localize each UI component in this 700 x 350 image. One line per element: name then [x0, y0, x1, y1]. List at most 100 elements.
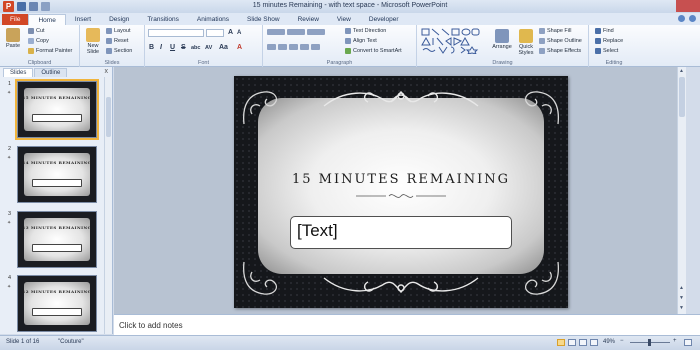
- slide-thumbnail-1[interactable]: 1 ✦ 15 MINUTES REMAINING: [0, 79, 104, 141]
- tab-view[interactable]: View: [328, 14, 360, 25]
- arrange-button[interactable]: Arrange: [491, 29, 513, 50]
- fit-to-window-icon[interactable]: [684, 339, 692, 346]
- copy-button[interactable]: Copy: [28, 38, 49, 44]
- underline-button[interactable]: U: [170, 44, 175, 51]
- tab-slide-show[interactable]: Slide Show: [238, 14, 289, 25]
- italic-button[interactable]: I: [160, 44, 162, 51]
- cut-button[interactable]: Cut: [28, 28, 45, 34]
- transition-icon: ✦: [7, 155, 12, 161]
- thumbnail-title: 15 MINUTES REMAINING: [22, 95, 92, 100]
- tab-file[interactable]: File: [2, 14, 29, 25]
- replace-icon: [595, 38, 601, 44]
- bottom-ornament: [323, 277, 479, 294]
- reading-view-icon[interactable]: [579, 339, 587, 346]
- slide-title[interactable]: 15 MINUTES REMAINING: [234, 172, 568, 187]
- text-direction-button[interactable]: Text Direction: [345, 28, 386, 34]
- font-size-field[interactable]: [206, 29, 224, 37]
- shapes-gallery[interactable]: [421, 28, 485, 54]
- thumbnail-number: 4: [8, 275, 12, 281]
- layout-icon: [106, 28, 112, 34]
- window-title: 15 minutes Remaining - with text space -…: [252, 2, 448, 9]
- font-name-field[interactable]: [148, 29, 204, 37]
- align-text-button[interactable]: Align Text: [345, 38, 377, 44]
- text-direction-label: Text Direction: [353, 28, 387, 34]
- character-spacing-button[interactable]: AV: [205, 45, 212, 51]
- scroll-up-icon[interactable]: ▲: [679, 68, 684, 74]
- slide-show-icon[interactable]: [590, 339, 598, 346]
- zoom-in-icon[interactable]: +: [673, 338, 677, 344]
- convert-smartart-button[interactable]: Convert to SmartArt: [345, 48, 402, 54]
- new-slide-button[interactable]: New Slide: [83, 28, 103, 55]
- align-text-icon: [345, 38, 351, 44]
- thumbnail-title: 14 MINUTES REMAINING: [22, 160, 92, 165]
- section-button[interactable]: Section: [106, 48, 132, 54]
- slide-sorter-icon[interactable]: [568, 339, 576, 346]
- scrollbar-thumb[interactable]: [106, 97, 111, 137]
- format-painter-label: Format Painter: [36, 48, 73, 54]
- tab-animations[interactable]: Animations: [188, 14, 238, 25]
- slide-scrollbar[interactable]: ▲ ▲ ▼ ▼: [677, 67, 686, 314]
- tab-slides[interactable]: Slides: [3, 68, 34, 77]
- replace-button[interactable]: Replace: [595, 38, 623, 44]
- find-button[interactable]: Find: [595, 28, 614, 34]
- tab-home[interactable]: Home: [28, 14, 66, 25]
- close-pane-icon[interactable]: x: [105, 68, 109, 75]
- tab-transitions[interactable]: Transitions: [138, 14, 188, 25]
- minimize-button[interactable]: [628, 0, 652, 12]
- slide-thumbnail-4[interactable]: 4 ✦ 12 MINUTES REMAINING: [0, 275, 104, 335]
- slides-group: New Slide Layout Reset Section Slides: [80, 25, 145, 67]
- scrollbar-thumb[interactable]: [679, 77, 685, 117]
- close-button[interactable]: [676, 0, 700, 12]
- justify-icon: [300, 44, 309, 50]
- tab-outline[interactable]: Outline: [34, 68, 68, 77]
- thumbnail-textbox: [32, 308, 82, 316]
- change-case-button[interactable]: Aa: [219, 44, 228, 51]
- format-painter-button[interactable]: Format Painter: [28, 48, 72, 54]
- quick-styles-button[interactable]: Quick Styles: [515, 29, 537, 56]
- font-group: A A B I U S abc AV Aa A Font: [145, 25, 263, 67]
- reset-button[interactable]: Reset: [106, 38, 128, 44]
- grow-font-button[interactable]: A: [228, 29, 233, 36]
- slides-pane-scrollbar[interactable]: [104, 77, 112, 334]
- font-color-button[interactable]: A: [237, 44, 242, 51]
- text-placeholder-box[interactable]: [Text]: [290, 216, 512, 249]
- zoom-slider-handle[interactable]: [648, 339, 651, 346]
- editing-group-label: Editing: [605, 60, 623, 66]
- layout-button[interactable]: Layout: [106, 28, 131, 34]
- bold-button[interactable]: B: [149, 44, 154, 51]
- slide-thumbnail-2[interactable]: 2 ✦ 14 MINUTES REMAINING: [0, 146, 104, 206]
- cut-label: Cut: [36, 28, 45, 34]
- minimize-ribbon-icon[interactable]: [678, 15, 685, 22]
- thumbnail-image: 13 MINUTES REMAINING: [17, 211, 97, 268]
- bullets-button[interactable]: [267, 29, 325, 35]
- notes-pane[interactable]: Click to add notes: [114, 314, 700, 335]
- maximize-button[interactable]: [652, 0, 676, 12]
- help-icon[interactable]: [689, 15, 696, 22]
- scroll-down-icon[interactable]: ▼: [679, 305, 684, 311]
- shrink-font-button[interactable]: A: [237, 30, 241, 36]
- tab-review[interactable]: Review: [289, 14, 328, 25]
- tab-design[interactable]: Design: [100, 14, 138, 25]
- replace-label: Replace: [603, 38, 624, 44]
- select-button[interactable]: Select: [595, 48, 618, 54]
- slide-thumbnail-3[interactable]: 3 ✦ 13 MINUTES REMAINING: [0, 211, 104, 271]
- align-buttons[interactable]: [267, 44, 320, 50]
- next-slide-icon[interactable]: ▼: [679, 295, 684, 301]
- zoom-out-icon[interactable]: −: [620, 338, 624, 344]
- normal-view-icon[interactable]: [557, 339, 565, 346]
- shadow-button[interactable]: abc: [191, 45, 200, 51]
- previous-slide-icon[interactable]: ▲: [679, 285, 684, 291]
- numbering-icon: [287, 29, 305, 35]
- shape-outline-button[interactable]: Shape Outline: [539, 38, 582, 44]
- strikethrough-button[interactable]: S: [181, 44, 186, 51]
- tab-developer[interactable]: Developer: [360, 14, 408, 25]
- shape-effects-button[interactable]: Shape Effects: [539, 48, 581, 54]
- paste-button[interactable]: Paste: [4, 28, 22, 49]
- effects-icon: [539, 48, 545, 54]
- top-right-scroll-ornament: [524, 91, 560, 125]
- reset-icon: [106, 38, 112, 44]
- tab-insert[interactable]: Insert: [66, 14, 100, 25]
- zoom-level[interactable]: 49%: [603, 339, 615, 345]
- slide-canvas[interactable]: 15 MINUTES REMAINING [Text]: [234, 76, 568, 308]
- shape-fill-button[interactable]: Shape Fill: [539, 28, 571, 34]
